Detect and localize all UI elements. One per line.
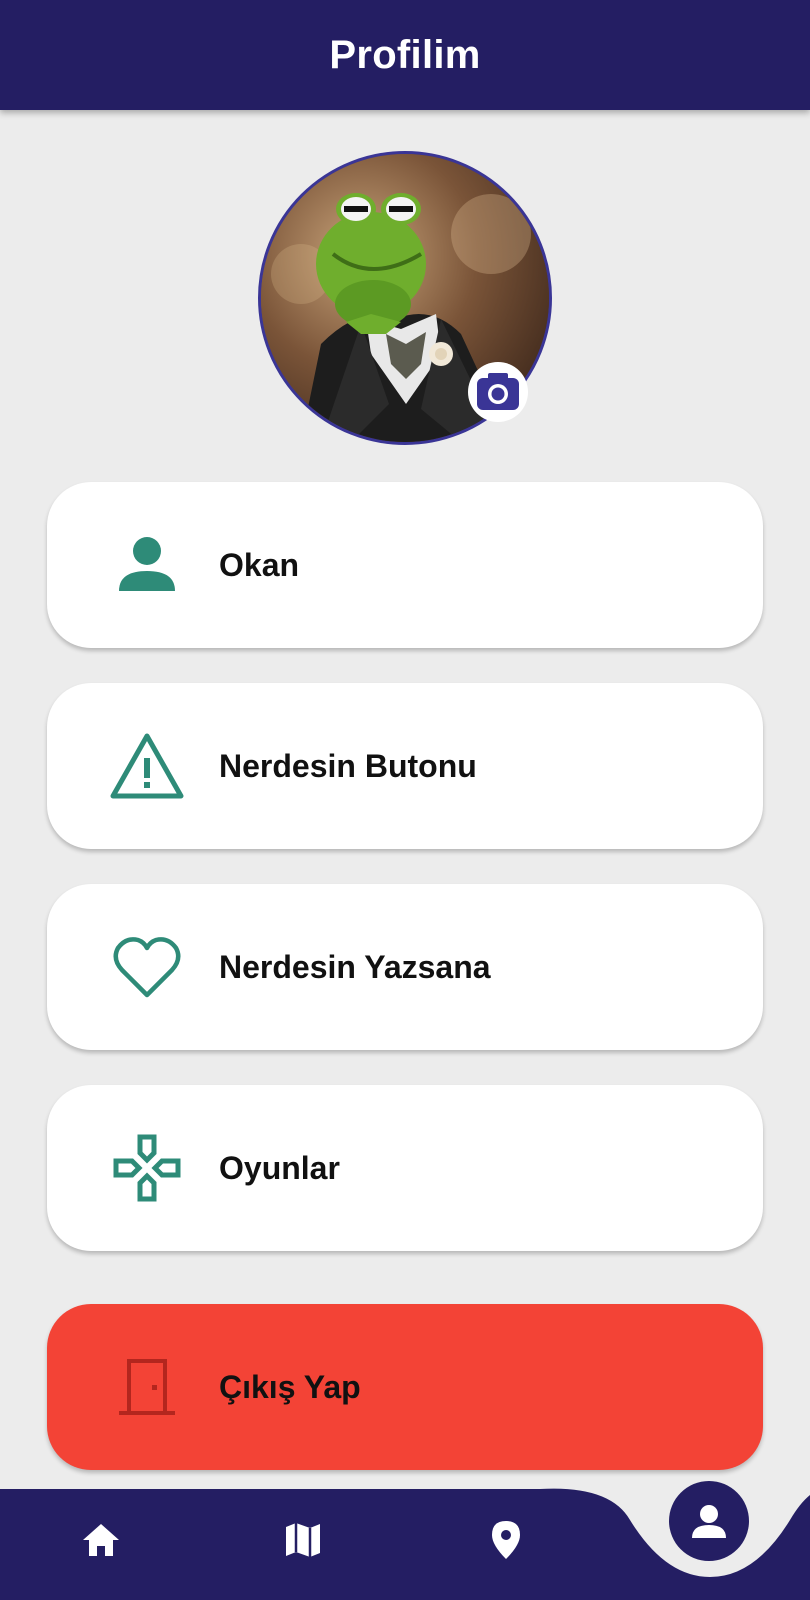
menu-item-nerdesin-butonu[interactable]: Nerdesin Butonu — [47, 683, 763, 849]
menu-item-nerdesin-yazsana[interactable]: Nerdesin Yazsana — [47, 884, 763, 1050]
nav-home-button[interactable] — [71, 1510, 131, 1570]
menu-item-username[interactable]: Okan — [47, 482, 763, 648]
camera-icon — [477, 373, 519, 410]
heart-icon — [109, 929, 185, 1005]
warning-icon — [109, 728, 185, 804]
avatar-section — [258, 151, 552, 445]
menu-item-label: Nerdesin Butonu — [219, 747, 477, 784]
home-icon — [83, 1524, 119, 1556]
app-bar: Profilim — [0, 0, 810, 110]
logout-label: Çıkış Yap — [219, 1368, 361, 1405]
map-icon — [286, 1523, 320, 1557]
change-photo-button[interactable] — [468, 362, 528, 422]
door-icon — [109, 1349, 185, 1425]
menu-item-label: Nerdesin Yazsana — [219, 948, 491, 985]
location-pin-icon — [492, 1521, 520, 1559]
menu-item-label: Oyunlar — [219, 1149, 340, 1186]
nav-map-button[interactable] — [273, 1510, 333, 1570]
person-icon — [109, 527, 185, 603]
gamepad-icon — [109, 1130, 185, 1206]
menu-item-label: Okan — [219, 546, 300, 583]
menu-item-oyunlar[interactable]: Oyunlar — [47, 1085, 763, 1251]
person-icon — [692, 1505, 726, 1538]
page-title: Profilim — [329, 32, 481, 77]
nav-profile-button[interactable] — [669, 1481, 749, 1561]
nav-location-button[interactable] — [476, 1510, 536, 1570]
logout-button[interactable]: Çıkış Yap — [47, 1304, 763, 1470]
